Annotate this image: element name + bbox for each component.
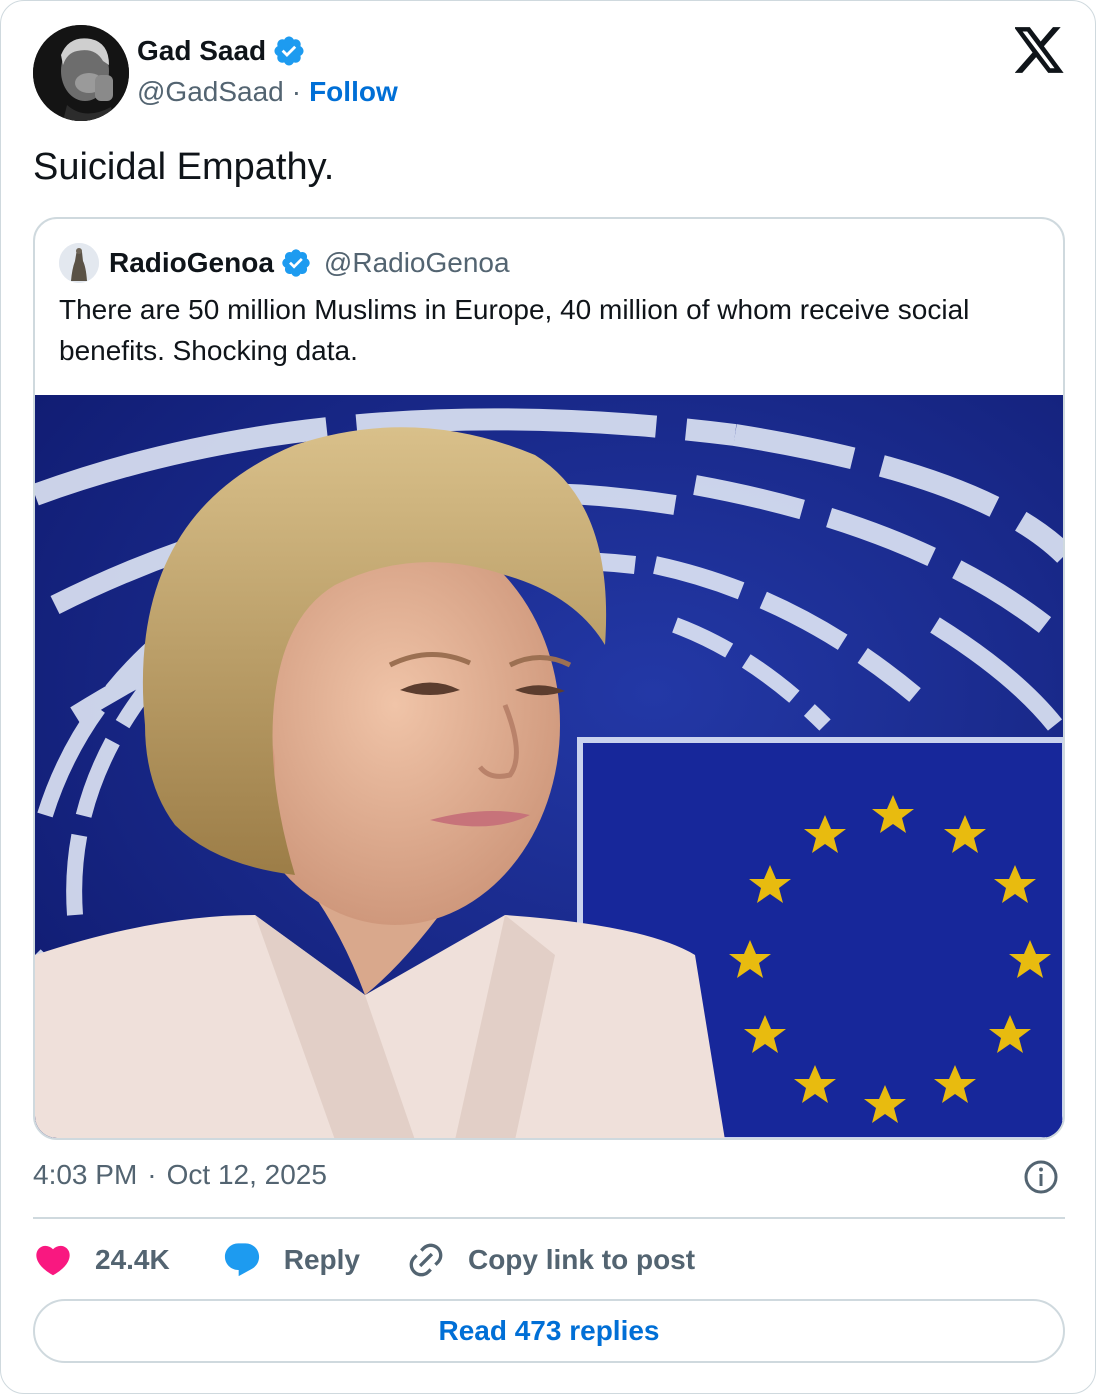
quoted-author-avatar[interactable] <box>59 243 99 283</box>
verified-badge-icon <box>282 249 310 277</box>
quoted-post-image[interactable] <box>35 395 1063 1138</box>
post-text: Suicidal Empathy. <box>33 146 335 188</box>
quoted-author-row: RadioGenoa @RadioGenoa <box>109 243 510 283</box>
author-name-row: Gad Saad <box>137 31 306 71</box>
author-avatar[interactable] <box>33 25 129 121</box>
reply-label: Reply <box>283 1244 360 1275</box>
x-logo-icon[interactable] <box>1015 27 1065 73</box>
heart-icon <box>36 1245 70 1276</box>
like-button[interactable]: 24.4K <box>33 1240 170 1280</box>
post-date: Oct 12, 2025 <box>166 1159 327 1190</box>
info-icon[interactable] <box>1023 1159 1059 1195</box>
action-bar: 24.4K Reply Copy link to post <box>33 1237 695 1283</box>
like-count: 24.4K <box>95 1244 170 1275</box>
separator-dot: · <box>291 76 302 107</box>
post-timestamp[interactable]: 4:03 PM · Oct 12, 2025 <box>33 1157 327 1193</box>
quoted-author-name[interactable]: RadioGenoa <box>109 247 274 279</box>
separator-dot: · <box>147 1159 157 1190</box>
author-name[interactable]: Gad Saad <box>137 35 266 67</box>
quoted-post-text: There are 50 million Muslims in Europe, … <box>59 294 970 366</box>
quoted-post[interactable]: RadioGenoa @RadioGenoa There are 50 mill… <box>33 217 1065 1140</box>
tweet-embed-card: Gad Saad @GadSaad · Follow Suicidal Empa… <box>0 0 1096 1394</box>
post-time: 4:03 PM <box>33 1159 138 1190</box>
author-handle-row: @GadSaad · Follow <box>137 73 398 111</box>
read-replies-button[interactable]: Read 473 replies <box>33 1299 1065 1363</box>
copy-link-button[interactable]: Copy link to post <box>406 1240 695 1280</box>
quoted-author-handle[interactable]: @RadioGenoa <box>324 247 510 279</box>
verified-badge-icon <box>274 36 304 66</box>
link-icon <box>409 1243 443 1277</box>
divider <box>33 1217 1065 1219</box>
reply-button[interactable]: Reply <box>222 1240 360 1280</box>
follow-button[interactable]: Follow <box>309 76 398 108</box>
speech-bubble-icon <box>224 1243 259 1277</box>
author-handle[interactable]: @GadSaad <box>137 76 284 108</box>
copy-link-label: Copy link to post <box>467 1244 696 1275</box>
